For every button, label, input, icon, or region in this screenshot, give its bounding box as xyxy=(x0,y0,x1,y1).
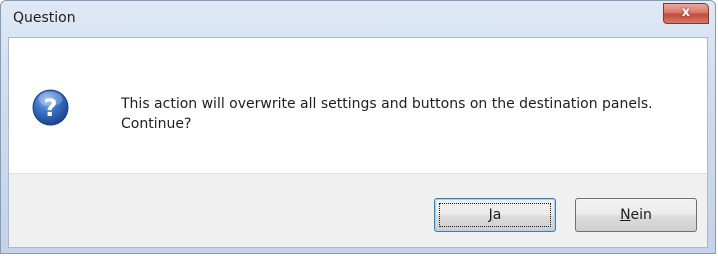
no-button[interactable]: Nein xyxy=(575,198,697,232)
window-title: Question xyxy=(13,10,76,26)
dialog-message: This action will overwrite all settings … xyxy=(121,96,653,132)
dialog-body: ? This action will overwrite all setting… xyxy=(8,37,708,248)
focus-rectangle xyxy=(439,203,551,227)
yes-button[interactable]: Ja xyxy=(434,198,556,232)
no-button-label: Nein xyxy=(620,207,652,223)
close-icon: x xyxy=(681,5,691,20)
dialog-window: Question x ? This action will overwrite … xyxy=(0,0,716,254)
message-area: ? This action will overwrite all setting… xyxy=(9,38,707,173)
close-button[interactable]: x xyxy=(663,3,709,24)
svg-text:?: ? xyxy=(44,94,58,122)
question-icon: ? xyxy=(32,89,69,126)
no-label-rest: ein xyxy=(630,207,652,223)
no-mnemonic: N xyxy=(620,207,631,223)
title-bar[interactable]: Question x xyxy=(1,1,715,37)
